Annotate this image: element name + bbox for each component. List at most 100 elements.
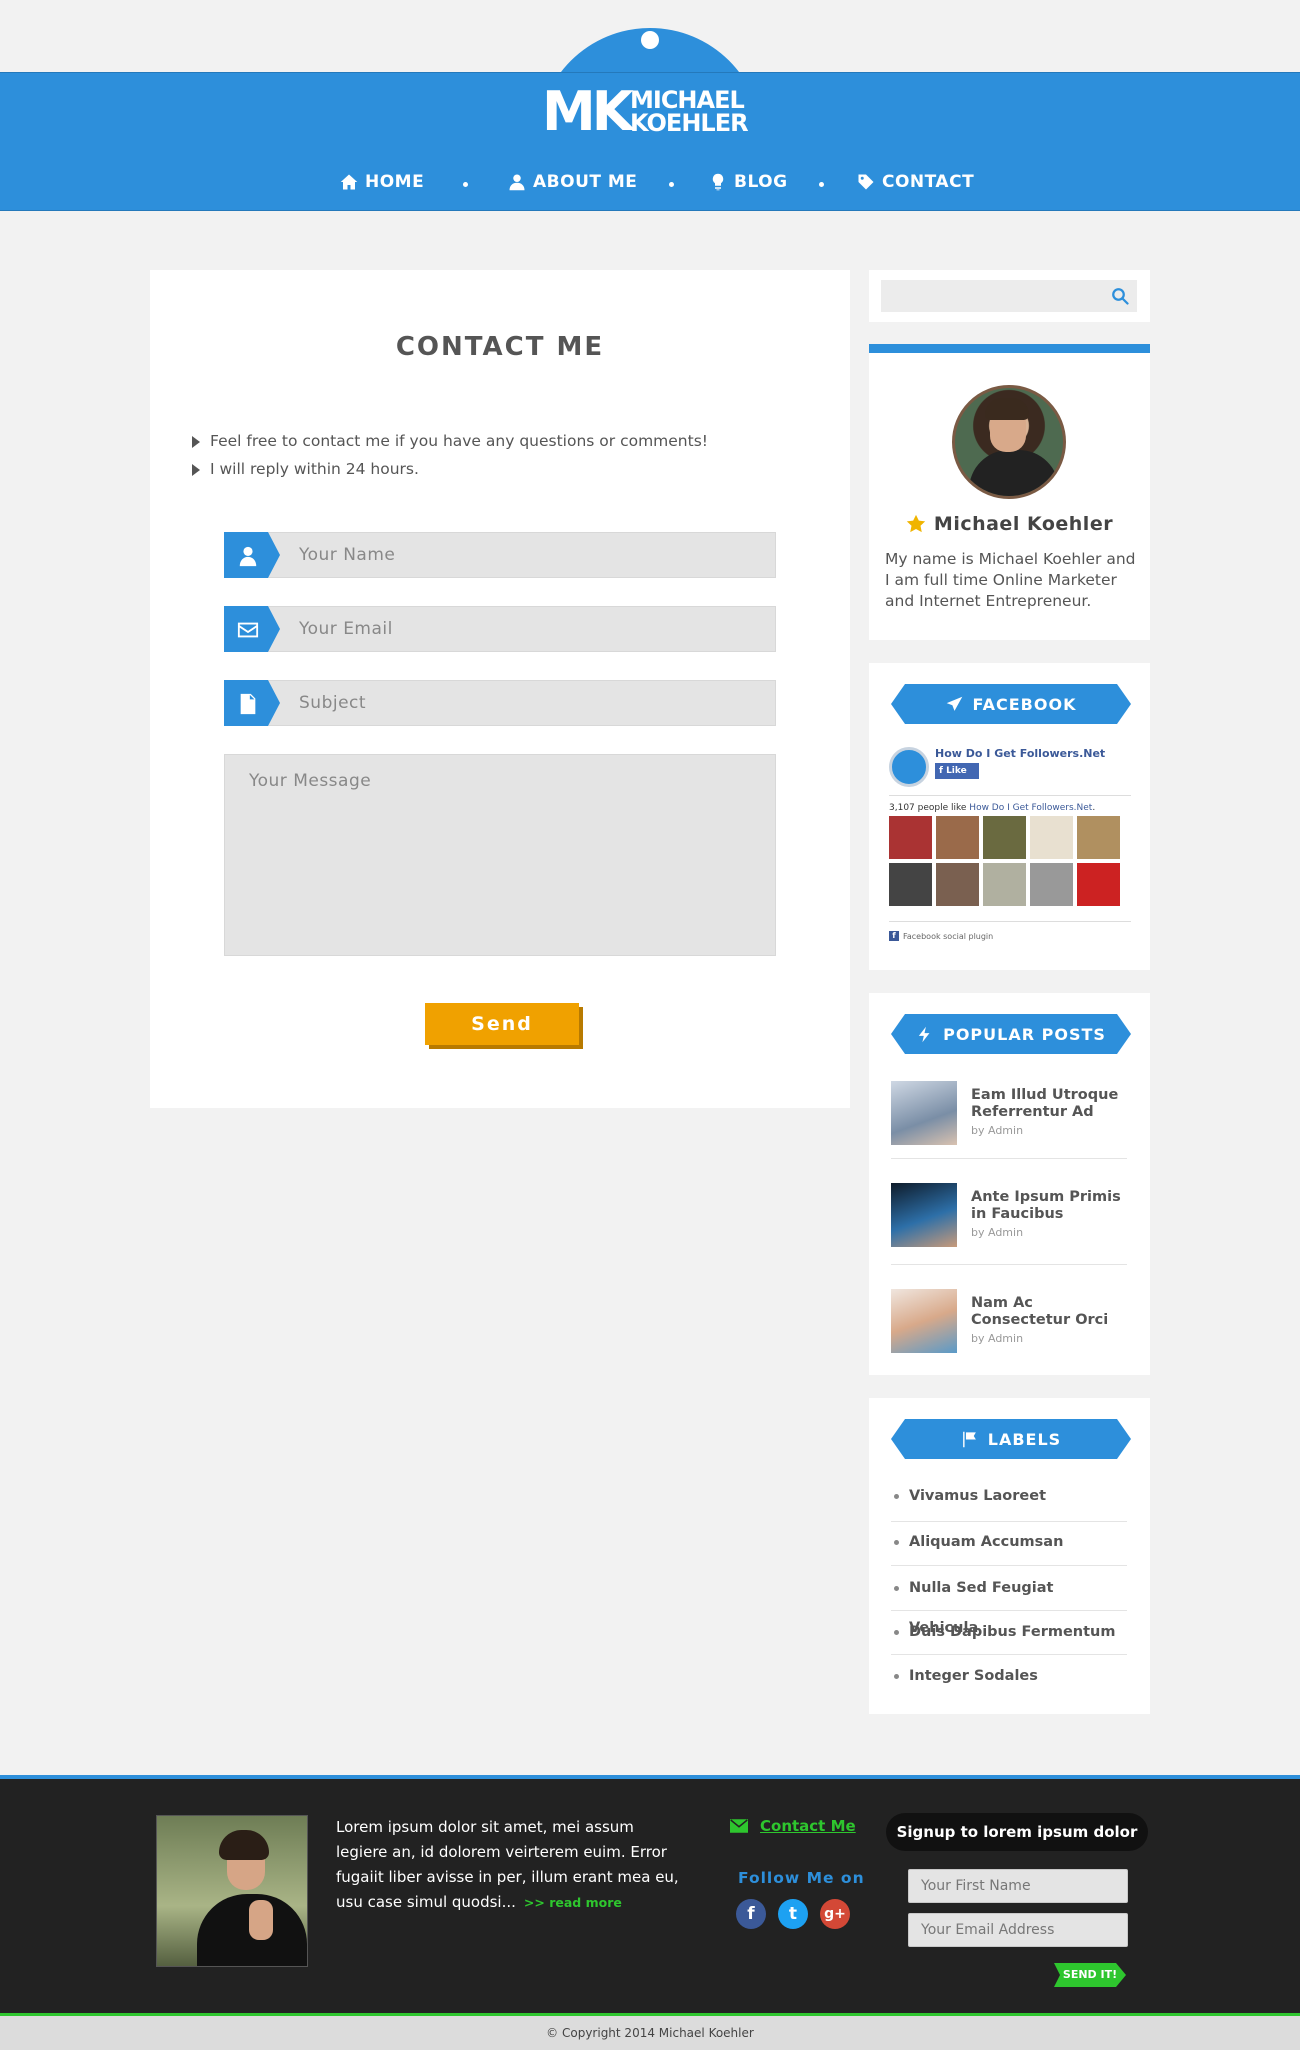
fan-avatar[interactable] (1030, 816, 1073, 859)
envelope-icon (730, 1819, 748, 1833)
read-more-link[interactable]: >> read more (524, 1895, 622, 1910)
nav-home-label: HOME (365, 172, 425, 192)
label-link[interactable]: Aliquam Accumsan (891, 1522, 1127, 1566)
lightbulb-icon (712, 173, 724, 191)
intro-line: Feel free to contact me if you have any … (192, 427, 708, 455)
email-field (224, 606, 776, 652)
fb-plugin-label: f Facebook social plugin (889, 931, 993, 941)
profile-name-text: Michael Koehler (933, 513, 1114, 535)
home-icon (340, 174, 358, 190)
nav-blog-label: BLOG (734, 172, 788, 192)
fan-avatar[interactable] (1077, 816, 1120, 859)
user-icon (239, 546, 257, 567)
send-it-label: SEND IT! (1062, 1968, 1118, 1981)
post-title[interactable]: Eam Illud Utroque Referrentur Ad (971, 1087, 1131, 1121)
post-thumbnail[interactable] (891, 1081, 957, 1145)
footer-about-text: Lorem ipsum dolor sit amet, mei assum le… (336, 1818, 679, 1911)
fan-avatar[interactable] (1077, 863, 1120, 906)
nav-home[interactable]: HOME (340, 172, 424, 192)
post-title[interactable]: Ante Ipsum Primis in Faucibus (971, 1189, 1131, 1223)
labels-title: LABELS (987, 1429, 1062, 1449)
fan-avatar[interactable] (889, 863, 932, 906)
fan-avatar[interactable] (936, 816, 979, 859)
fan-avatar[interactable] (936, 863, 979, 906)
post-thumbnail[interactable] (891, 1289, 957, 1353)
name-field (224, 532, 776, 578)
message-textarea[interactable] (224, 754, 776, 956)
popular-post[interactable]: Eam Illud Utroque Referrentur Ad by Admi… (891, 1081, 1127, 1167)
nav-contact-label: CONTACT (882, 172, 975, 192)
post-thumbnail[interactable] (891, 1183, 957, 1247)
send-button[interactable]: Send (425, 1003, 579, 1045)
site-logo[interactable]: MK MICHAEL KOEHLER (542, 84, 762, 140)
post-title[interactable]: Nam Ac Consectetur Orci (971, 1295, 1131, 1329)
search-widget (869, 270, 1150, 322)
fb-fan-grid (889, 816, 1131, 906)
post-meta: by Admin (971, 1226, 1024, 1239)
name-input[interactable] (299, 533, 769, 577)
avatar (952, 385, 1066, 499)
page-avatar[interactable] (889, 747, 929, 787)
search-input[interactable] (881, 280, 1137, 312)
fb-like-button[interactable]: f Like (935, 763, 979, 779)
widget-title: POPULAR POSTS (891, 1014, 1131, 1054)
follow-label: Follow Me on (738, 1869, 865, 1887)
widget-title: FACEBOOK (891, 684, 1131, 724)
profile-name: Michael Koehler (869, 513, 1150, 535)
logo-last-name: KOEHLER (630, 109, 749, 137)
first-name-input[interactable] (908, 1869, 1128, 1903)
page-title: CONTACT ME (395, 332, 605, 362)
label-link[interactable]: Duis Dapibus Fermentum (891, 1612, 1127, 1656)
fb-count-link[interactable]: How Do I Get Followers.Net (969, 803, 1092, 813)
logo-monogram: MK (542, 80, 634, 143)
logo-name: MICHAEL KOEHLER (630, 88, 749, 137)
star-icon (906, 514, 926, 533)
email-input[interactable] (299, 607, 769, 651)
footer-about: Lorem ipsum dolor sit amet, mei assum le… (336, 1815, 688, 1915)
nav-about[interactable]: ABOUT ME (508, 172, 637, 192)
label-link[interactable]: Integer Sodales (891, 1656, 1127, 1700)
fb-like-count: 3,107 people like How Do I Get Followers… (889, 803, 1096, 813)
signup-title: Signup to lorem ipsum dolor (886, 1813, 1148, 1851)
nav-about-label: ABOUT ME (533, 172, 638, 192)
intro-line: I will reply within 24 hours. (192, 455, 708, 483)
subject-input[interactable] (299, 681, 769, 725)
subject-field (224, 680, 776, 726)
send-arrow-icon (946, 696, 962, 711)
flag-icon (962, 1431, 976, 1447)
fan-avatar[interactable] (889, 816, 932, 859)
labels-widget: LABELS Vivamus Laoreet Aliquam Accumsan … (869, 1398, 1150, 1714)
name-field-icon-tab (224, 532, 281, 579)
fan-avatar[interactable] (1030, 863, 1073, 906)
profile-bio: My name is Michael Koehler and I am full… (885, 550, 1136, 610)
label-link[interactable]: Vivamus Laoreet (891, 1476, 1127, 1520)
fan-avatar[interactable] (983, 816, 1026, 859)
post-meta: by Admin (971, 1332, 1024, 1345)
facebook-like-box: How Do I Get Followers.Net f Like 3,107 … (889, 745, 1131, 955)
fb-like-label: Like (946, 766, 967, 776)
popular-title: POPULAR POSTS (943, 1024, 1106, 1044)
fan-avatar[interactable] (983, 863, 1026, 906)
send-it-button[interactable]: SEND IT! (1054, 1963, 1126, 1987)
footer-photo (156, 1815, 308, 1967)
fb-page-name[interactable]: How Do I Get Followers.Net (935, 747, 1105, 760)
signup-email-input[interactable] (908, 1913, 1128, 1947)
envelope-icon (237, 622, 259, 638)
main-nav: HOME ABOUT ME BLOG CONTACT (0, 172, 1300, 198)
search-icon[interactable] (1111, 287, 1129, 305)
tag-icon (858, 174, 874, 190)
label-link[interactable]: Nulla Sed Feugiat Vehicula (891, 1568, 1127, 1636)
facebook-title: FACEBOOK (972, 694, 1077, 714)
site-footer: Lorem ipsum dolor sit amet, mei assum le… (0, 1775, 1300, 2015)
header-dot (641, 31, 659, 49)
twitter-icon[interactable]: t (778, 1899, 808, 1929)
footer-contact-link[interactable]: Contact Me (730, 1817, 856, 1835)
popular-post[interactable]: Ante Ipsum Primis in Faucibus by Admin (891, 1183, 1127, 1269)
nav-contact[interactable]: CONTACT (857, 172, 974, 192)
facebook-icon[interactable]: f (736, 1899, 766, 1929)
nav-blog[interactable]: BLOG (709, 172, 788, 192)
user-icon (509, 174, 525, 191)
google-plus-icon[interactable]: g+ (820, 1899, 850, 1929)
contact-card: CONTACT ME Feel free to contact me if yo… (150, 270, 850, 1108)
popular-post[interactable]: Nam Ac Consectetur Orci by Admin (891, 1289, 1127, 1375)
